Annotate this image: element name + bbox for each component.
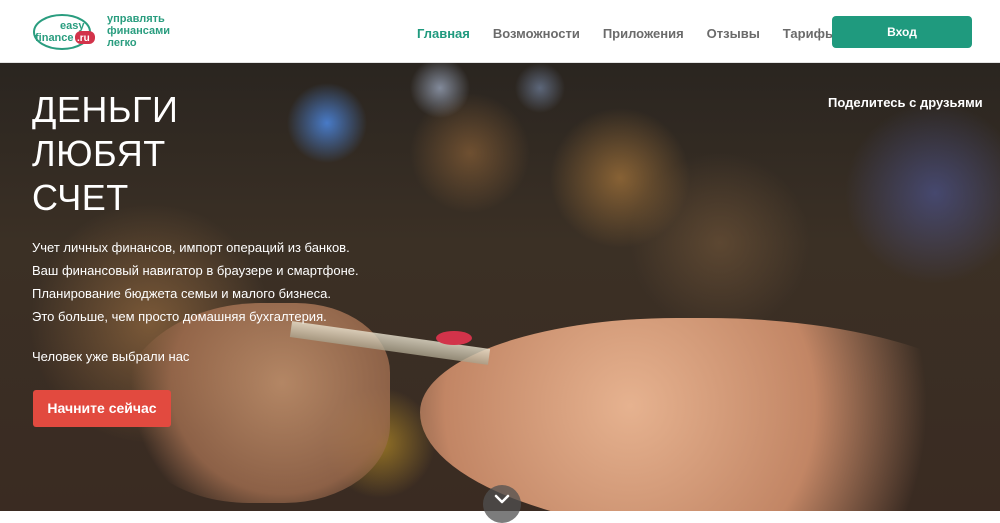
scroll-down-button[interactable] — [483, 485, 521, 523]
hero-title: ДЕНЬГИ ЛЮБЯТ СЧЕТ — [32, 88, 178, 220]
description-line: Ваш финансовый навигатор в браузере и см… — [32, 263, 359, 278]
nav-item-reviews[interactable]: Отзывы — [707, 26, 760, 41]
description-line: Учет личных финансов, импорт операций из… — [32, 240, 350, 255]
hero-title-line: ДЕНЬГИ — [32, 89, 179, 130]
logo-text-ru: .ru — [77, 33, 90, 44]
tagline-line: легко — [107, 37, 137, 49]
login-button[interactable]: Вход — [832, 16, 972, 48]
description-line: Это больше, чем просто домашняя бухгалте… — [32, 309, 327, 324]
description-line: Планирование бюджета семьи и малого бизн… — [32, 286, 332, 301]
logo[interactable]: easy finance .ru — [32, 12, 96, 50]
logo-text-finance: finance — [35, 32, 74, 44]
users-chose-us-text: Человек уже выбрали нас — [32, 349, 190, 364]
share-with-friends-link[interactable]: Поделитесь с друзьями — [828, 95, 983, 110]
hero-title-line: ЛЮБЯТ — [32, 133, 166, 174]
main-nav: Главная Возможности Приложения Отзывы Та… — [417, 26, 859, 41]
start-now-button[interactable]: Начните сейчас — [33, 390, 171, 427]
tagline-line: управлять — [107, 13, 165, 25]
logo-text-easy: easy — [60, 20, 85, 32]
nav-item-home[interactable]: Главная — [417, 26, 470, 41]
hero-description: Учет личных финансов, импорт операций из… — [32, 236, 359, 328]
site-header: easy finance .ru управлять финансами лег… — [0, 0, 1000, 63]
tagline: управлять финансами легко — [107, 13, 170, 49]
hero-background-nail — [436, 331, 472, 345]
nav-item-pricing[interactable]: Тарифы — [783, 26, 836, 41]
nav-item-features[interactable]: Возможности — [493, 26, 580, 41]
nav-item-apps[interactable]: Приложения — [603, 26, 684, 41]
hero-title-line: СЧЕТ — [32, 177, 129, 218]
hero-background-hand-right — [420, 318, 1000, 511]
tagline-line: финансами — [107, 25, 171, 37]
chevron-down-icon — [494, 494, 510, 504]
